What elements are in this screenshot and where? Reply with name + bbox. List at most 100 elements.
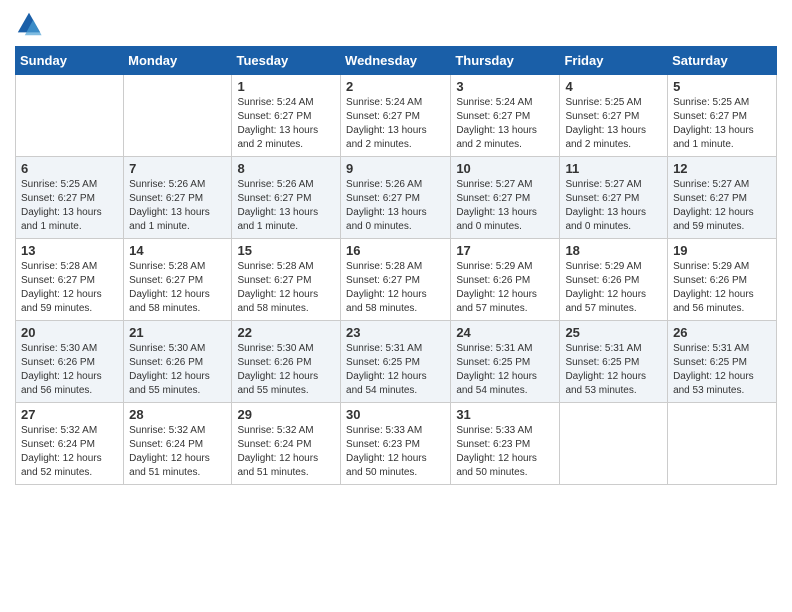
day-number: 16 <box>346 243 445 258</box>
calendar-day-10: 10Sunrise: 5:27 AM Sunset: 6:27 PM Dayli… <box>451 157 560 239</box>
day-info: Sunrise: 5:24 AM Sunset: 6:27 PM Dayligh… <box>346 96 445 152</box>
calendar-day-21: 21Sunrise: 5:30 AM Sunset: 6:26 PM Dayli… <box>124 321 232 403</box>
day-info: Sunrise: 5:32 AM Sunset: 6:24 PM Dayligh… <box>21 424 118 480</box>
calendar-day-12: 12 Sunrise: 5:27 AM Sunset: 6:27 PM Dayli… <box>668 157 777 239</box>
day-info: Sunrise: 5:32 AM Sunset: 6:24 PM Dayligh… <box>129 424 226 480</box>
calendar-day-2: 2Sunrise: 5:24 AM Sunset: 6:27 PM Daylig… <box>341 75 451 157</box>
calendar-day-30: 30 Sunrise: 5:33 AM Sunset: 6:23 PM Dayli… <box>341 403 451 485</box>
weekday-header-tuesday: Tuesday <box>232 47 341 75</box>
weekday-header-friday: Friday <box>560 47 668 75</box>
weekday-header-wednesday: Wednesday <box>341 47 451 75</box>
calendar-day-26: 26 Sunrise: 5:31 AM Sunset: 6:25 PM Dayli… <box>668 321 777 403</box>
calendar-day-27: 27 Sunrise: 5:32 AM Sunset: 6:24 PM Dayli… <box>16 403 124 485</box>
day-info: Sunrise: 5:30 AM Sunset: 6:26 PM Dayligh… <box>21 342 118 398</box>
day-number: 7 <box>129 161 226 176</box>
day-info: Sunrise: 5:31 AM Sunset: 6:25 PM Dayligh… <box>673 342 771 398</box>
day-number: 5 <box>673 79 771 94</box>
day-info: Sunrise: 5:29 AM Sunset: 6:26 PM Dayligh… <box>673 260 771 316</box>
day-info: Sunrise: 5:26 AM Sunset: 6:27 PM Dayligh… <box>129 178 226 234</box>
day-info: Sunrise: 5:30 AM Sunset: 6:26 PM Dayligh… <box>237 342 335 398</box>
day-info: Sunrise: 5:28 AM Sunset: 6:27 PM Dayligh… <box>129 260 226 316</box>
calendar-day-18: 18 Sunrise: 5:29 AM Sunset: 6:26 PM Dayli… <box>560 239 668 321</box>
weekday-header-sunday: Sunday <box>16 47 124 75</box>
calendar-day-13: 13 Sunrise: 5:28 AM Sunset: 6:27 PM Dayli… <box>16 239 124 321</box>
day-info: Sunrise: 5:28 AM Sunset: 6:27 PM Dayligh… <box>346 260 445 316</box>
day-number: 26 <box>673 325 771 340</box>
day-number: 15 <box>237 243 335 258</box>
page: SundayMondayTuesdayWednesdayThursdayFrid… <box>0 0 792 612</box>
calendar-day-22: 22 Sunrise: 5:30 AM Sunset: 6:26 PM Dayli… <box>232 321 341 403</box>
calendar-day-1: 1Sunrise: 5:24 AM Sunset: 6:27 PM Daylig… <box>232 75 341 157</box>
calendar-week-row: 13 Sunrise: 5:28 AM Sunset: 6:27 PM Dayli… <box>16 239 777 321</box>
calendar-day-5: 5 Sunrise: 5:25 AM Sunset: 6:27 PM Daylig… <box>668 75 777 157</box>
day-number: 13 <box>21 243 118 258</box>
calendar-day-17: 17 Sunrise: 5:29 AM Sunset: 6:26 PM Dayli… <box>451 239 560 321</box>
calendar-day-29: 29Sunrise: 5:32 AM Sunset: 6:24 PM Dayli… <box>232 403 341 485</box>
day-number: 22 <box>237 325 335 340</box>
day-info: Sunrise: 5:25 AM Sunset: 6:27 PM Dayligh… <box>21 178 118 234</box>
day-info: Sunrise: 5:27 AM Sunset: 6:27 PM Dayligh… <box>673 178 771 234</box>
day-info: Sunrise: 5:29 AM Sunset: 6:26 PM Dayligh… <box>565 260 662 316</box>
day-number: 4 <box>565 79 662 94</box>
day-info: Sunrise: 5:33 AM Sunset: 6:23 PM Dayligh… <box>456 424 554 480</box>
day-info: Sunrise: 5:26 AM Sunset: 6:27 PM Dayligh… <box>346 178 445 234</box>
day-info: Sunrise: 5:31 AM Sunset: 6:25 PM Dayligh… <box>565 342 662 398</box>
day-number: 29 <box>237 407 335 422</box>
calendar-day-3: 3Sunrise: 5:24 AM Sunset: 6:27 PM Daylig… <box>451 75 560 157</box>
day-number: 17 <box>456 243 554 258</box>
day-info: Sunrise: 5:28 AM Sunset: 6:27 PM Dayligh… <box>237 260 335 316</box>
day-info: Sunrise: 5:27 AM Sunset: 6:27 PM Dayligh… <box>565 178 662 234</box>
calendar-day-19: 19 Sunrise: 5:29 AM Sunset: 6:26 PM Dayli… <box>668 239 777 321</box>
day-info: Sunrise: 5:31 AM Sunset: 6:25 PM Dayligh… <box>346 342 445 398</box>
calendar-header-row: SundayMondayTuesdayWednesdayThursdayFrid… <box>16 47 777 75</box>
day-info: Sunrise: 5:25 AM Sunset: 6:27 PM Dayligh… <box>565 96 662 152</box>
calendar-table: SundayMondayTuesdayWednesdayThursdayFrid… <box>15 46 777 485</box>
day-number: 31 <box>456 407 554 422</box>
day-number: 1 <box>237 79 335 94</box>
calendar-day-16: 16 Sunrise: 5:28 AM Sunset: 6:27 PM Dayli… <box>341 239 451 321</box>
day-number: 27 <box>21 407 118 422</box>
day-number: 10 <box>456 161 554 176</box>
day-info: Sunrise: 5:29 AM Sunset: 6:26 PM Dayligh… <box>456 260 554 316</box>
day-number: 11 <box>565 161 662 176</box>
calendar-day-15: 15 Sunrise: 5:28 AM Sunset: 6:27 PM Dayli… <box>232 239 341 321</box>
logo-icon <box>15 10 43 38</box>
day-info: Sunrise: 5:33 AM Sunset: 6:23 PM Dayligh… <box>346 424 445 480</box>
day-info: Sunrise: 5:25 AM Sunset: 6:27 PM Dayligh… <box>673 96 771 152</box>
header <box>15 10 777 38</box>
calendar-day-9: 9 Sunrise: 5:26 AM Sunset: 6:27 PM Daylig… <box>341 157 451 239</box>
day-info: Sunrise: 5:26 AM Sunset: 6:27 PM Dayligh… <box>237 178 335 234</box>
calendar-day-31: 31 Sunrise: 5:33 AM Sunset: 6:23 PM Dayli… <box>451 403 560 485</box>
calendar-day-28: 28 Sunrise: 5:32 AM Sunset: 6:24 PM Dayli… <box>124 403 232 485</box>
calendar-week-row: 1 Sunrise: 5:24 AM Sunset: 6:27 PM Daylig… <box>16 75 777 157</box>
calendar-day-4: 4 Sunrise: 5:25 AM Sunset: 6:27 PM Daylig… <box>560 75 668 157</box>
day-number: 18 <box>565 243 662 258</box>
day-number: 28 <box>129 407 226 422</box>
day-number: 3 <box>456 79 554 94</box>
calendar-day-8: 8 Sunrise: 5:26 AM Sunset: 6:27 PM Daylig… <box>232 157 341 239</box>
weekday-header-thursday: Thursday <box>451 47 560 75</box>
calendar-day-6: 6Sunrise: 5:25 AM Sunset: 6:27 PM Daylig… <box>16 157 124 239</box>
day-number: 20 <box>21 325 118 340</box>
weekday-header-saturday: Saturday <box>668 47 777 75</box>
day-number: 9 <box>346 161 445 176</box>
day-number: 30 <box>346 407 445 422</box>
calendar-empty-cell <box>668 403 777 485</box>
day-info: Sunrise: 5:28 AM Sunset: 6:27 PM Dayligh… <box>21 260 118 316</box>
weekday-header-monday: Monday <box>124 47 232 75</box>
day-number: 19 <box>673 243 771 258</box>
calendar-day-14: 14 Sunrise: 5:28 AM Sunset: 6:27 PM Dayli… <box>124 239 232 321</box>
day-number: 23 <box>346 325 445 340</box>
day-number: 12 <box>673 161 771 176</box>
calendar-empty-cell <box>16 75 124 157</box>
calendar-week-row: 27 Sunrise: 5:32 AM Sunset: 6:24 PM Dayli… <box>16 403 777 485</box>
calendar-empty-cell <box>124 75 232 157</box>
day-number: 25 <box>565 325 662 340</box>
day-info: Sunrise: 5:31 AM Sunset: 6:25 PM Dayligh… <box>456 342 554 398</box>
day-number: 8 <box>237 161 335 176</box>
day-number: 21 <box>129 325 226 340</box>
calendar-day-24: 24Sunrise: 5:31 AM Sunset: 6:25 PM Dayli… <box>451 321 560 403</box>
day-number: 14 <box>129 243 226 258</box>
calendar-day-23: 23 Sunrise: 5:31 AM Sunset: 6:25 PM Dayli… <box>341 321 451 403</box>
calendar-day-7: 7 Sunrise: 5:26 AM Sunset: 6:27 PM Daylig… <box>124 157 232 239</box>
